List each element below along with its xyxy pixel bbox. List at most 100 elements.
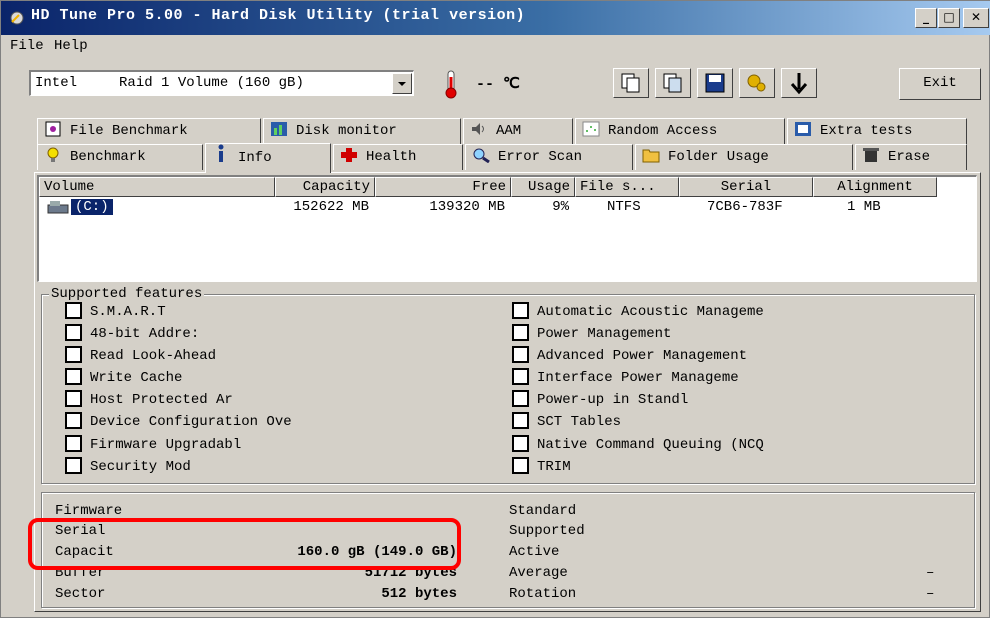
checkbox-icon [65, 324, 82, 341]
checkbox-icon [512, 435, 529, 452]
disk-monitor-icon [270, 121, 288, 137]
features-title: Supported features [49, 286, 205, 302]
feature-label: SCT Tables [537, 414, 622, 430]
copy-screenshot-icon [663, 73, 682, 93]
volume-name: (C:) [71, 199, 113, 215]
volume-alignment: 1 MB [847, 199, 881, 215]
random-access-icon [582, 121, 600, 137]
drive-icon [47, 201, 69, 214]
tab-label: Health [366, 149, 417, 165]
label-rotation: Rotation [509, 586, 577, 602]
tab-info[interactable]: Info [205, 143, 331, 173]
maximize-button[interactable]: □ [938, 8, 960, 28]
title-bar[interactable]: HD Tune Pro 5.00 - Hard Disk Utility (tr… [1, 1, 990, 35]
app-icon [10, 11, 24, 25]
tab-aam[interactable]: AAM [463, 118, 573, 144]
save-button[interactable] [697, 68, 733, 98]
download-button[interactable] [781, 68, 817, 98]
tab-label: Erase [888, 149, 931, 165]
feature-trim: TRIM [512, 457, 571, 477]
menu-help[interactable]: Help [54, 38, 88, 54]
feature-label: Write Cache [90, 370, 183, 386]
temperature-readout: -- ℃ [476, 76, 520, 93]
tab-label: Error Scan [498, 149, 583, 165]
label-average: Average [509, 565, 568, 581]
feature-hpa: Host Protected Ar [65, 390, 233, 410]
tab-health[interactable]: Health [333, 144, 463, 170]
copy-text-button[interactable] [613, 68, 649, 98]
tab-label: AAM [496, 123, 522, 139]
checkbox-icon [512, 302, 529, 319]
tab-label: Extra tests [820, 123, 913, 139]
close-button[interactable]: ✕ [963, 8, 989, 28]
tab-file-benchmark[interactable]: File Benchmark [37, 118, 261, 144]
feature-label: Firmware Upgradabl [90, 437, 242, 453]
feature-security-mode: Security Mod [65, 457, 191, 477]
value-rotation: – [926, 586, 935, 602]
checkbox-icon [512, 457, 529, 474]
tab-disk-monitor[interactable]: Disk monitor [263, 118, 461, 144]
gears-icon [747, 74, 766, 92]
drive-select[interactable]: Intel Raid 1 Volume (160 gB) [29, 70, 414, 96]
feature-write-cache: Write Cache [65, 368, 182, 388]
volume-list[interactable]: Volume Capacity Free Usage File s... Ser… [37, 175, 977, 282]
tab-extra-tests[interactable]: Extra tests [787, 118, 967, 144]
toolbar: Intel Raid 1 Volume (160 gB) -- ℃ Exit [1, 61, 990, 105]
trash-icon [862, 147, 880, 163]
checkbox-icon [65, 390, 82, 407]
save-disk-icon [705, 73, 725, 93]
copy-icon [621, 73, 640, 93]
extra-tests-icon [794, 121, 812, 137]
feature-interface-power: Interface Power Manageme [512, 368, 739, 388]
checkbox-icon [512, 346, 529, 363]
app-window: HD Tune Pro 5.00 - Hard Disk Utility (tr… [0, 0, 990, 618]
feature-label: TRIM [537, 459, 571, 475]
exit-button[interactable]: Exit [899, 68, 981, 100]
tab-label: Benchmark [70, 149, 146, 165]
column-header-free[interactable]: Free [375, 177, 511, 197]
column-header-alignment[interactable]: Alignment [813, 177, 937, 197]
tab-label: Random Access [608, 123, 718, 139]
tab-random-access[interactable]: Random Access [575, 118, 785, 144]
feature-label: Native Command Queuing (NCQ [537, 437, 764, 453]
column-header-filesystem[interactable]: File s... [575, 177, 679, 197]
feature-dco: Device Configuration Ove [65, 412, 292, 432]
checkbox-icon [65, 435, 82, 452]
info-icon [212, 144, 230, 162]
checkbox-icon [65, 302, 82, 319]
minimize-button[interactable]: _ [915, 8, 937, 28]
drive-select-value: Intel Raid 1 Volume (160 gB) [35, 75, 304, 91]
checkbox-icon [512, 368, 529, 385]
checkbox-icon [65, 412, 82, 429]
options-button[interactable] [739, 68, 775, 98]
feature-apm: Advanced Power Management [512, 346, 747, 366]
feature-label: Device Configuration Ove [90, 414, 292, 430]
checkbox-icon [512, 412, 529, 429]
column-header-volume[interactable]: Volume [39, 177, 275, 197]
dropdown-arrow-icon[interactable] [392, 73, 412, 94]
label-supported: Supported [509, 523, 585, 539]
health-cross-icon [340, 147, 358, 163]
volume-serial: 7CB6-783F [707, 199, 783, 215]
volume-filesystem: NTFS [607, 199, 641, 215]
column-header-capacity[interactable]: Capacity [275, 177, 375, 197]
copy-image-button[interactable] [655, 68, 691, 98]
checkbox-icon [512, 390, 529, 407]
tab-folder-usage[interactable]: Folder Usage [635, 144, 853, 170]
column-header-serial[interactable]: Serial [679, 177, 813, 197]
column-header-usage[interactable]: Usage [511, 177, 575, 197]
feature-label: S.M.A.R.T [90, 304, 166, 320]
label-active: Active [509, 544, 560, 560]
menu-file[interactable]: File [10, 38, 44, 54]
thermometer-icon [445, 70, 457, 99]
magnifier-icon [472, 147, 490, 164]
feature-label: Host Protected Ar [90, 392, 233, 408]
tab-label: Folder Usage [668, 149, 769, 165]
tab-error-scan[interactable]: Error Scan [465, 144, 633, 170]
tab-erase[interactable]: Erase [855, 144, 967, 170]
feature-firmware-upgradable: Firmware Upgradabl [65, 435, 241, 455]
feature-aam: Automatic Acoustic Manageme [512, 302, 764, 322]
checkbox-icon [65, 457, 82, 474]
tab-benchmark[interactable]: Benchmark [37, 144, 203, 170]
checkbox-icon [65, 346, 82, 363]
